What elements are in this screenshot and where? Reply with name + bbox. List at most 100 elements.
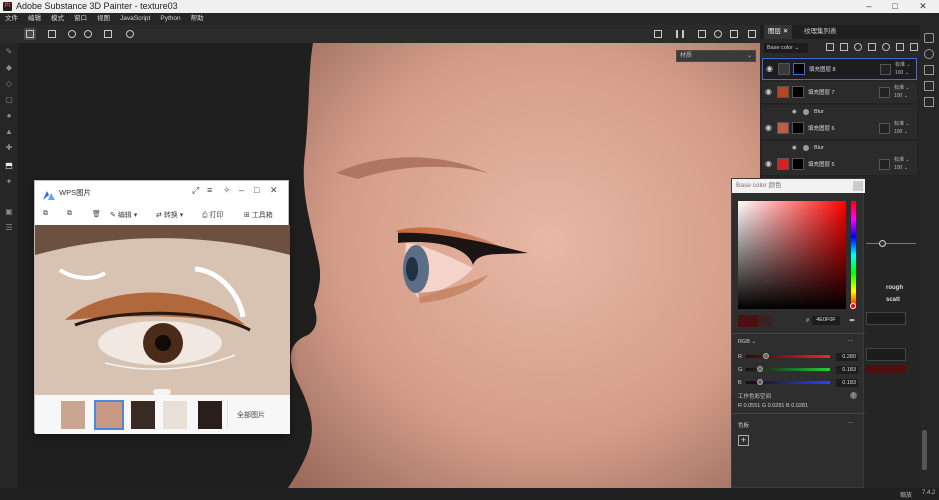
print-button[interactable]: ⎙ 打印 — [202, 210, 224, 220]
geometry-mask-icon[interactable]: ▢ — [4, 95, 14, 105]
mask-slot[interactable] — [880, 64, 891, 75]
menu-javascript[interactable]: JavaScript — [115, 13, 155, 25]
trash-icon[interactable]: 🗑 — [92, 210, 101, 218]
g-knob[interactable] — [757, 366, 763, 372]
eye-icon[interactable]: ◉ — [765, 124, 775, 132]
rotate-left-icon[interactable]: ⧉ — [43, 210, 48, 218]
all-images-link[interactable]: 全部图片 — [237, 410, 265, 420]
bake-icon[interactable]: ▣ — [4, 207, 14, 217]
close-picker-icon[interactable] — [853, 181, 863, 191]
eyedropper-icon[interactable]: ✒ — [849, 316, 856, 325]
close-icon[interactable]: ✕ — [783, 28, 788, 35]
eye-icon[interactable]: ◉ — [792, 105, 797, 119]
clone-icon[interactable]: ▲ — [4, 127, 14, 137]
polygon-fill-icon[interactable]: ✦ — [4, 177, 14, 187]
menu-icon[interactable]: ≡ — [207, 185, 212, 195]
layer-row[interactable]: ◉ 填充图层 6 标准 ⌄ 100 ⌄ — [762, 118, 917, 140]
tile-view-button[interactable] — [46, 28, 58, 40]
maximize-button[interactable]: □ — [881, 0, 909, 13]
fit-view-button[interactable] — [102, 28, 114, 40]
hue-knob[interactable] — [850, 303, 856, 309]
add-paint-layer-icon[interactable] — [854, 43, 862, 51]
picker-icon[interactable]: ✚ — [4, 143, 14, 153]
menu-python[interactable]: Python — [155, 13, 185, 25]
menu-help[interactable]: 帮助 — [186, 13, 209, 25]
mask-slot[interactable] — [879, 87, 890, 98]
info-icon[interactable]: i — [850, 392, 857, 399]
render-button[interactable] — [712, 28, 724, 40]
display-icon[interactable] — [924, 81, 934, 91]
menu-window[interactable]: 窗口 — [69, 13, 92, 25]
add-group-icon[interactable] — [882, 43, 890, 51]
export-icon[interactable]: ☰ — [4, 223, 14, 233]
mask-slot[interactable] — [879, 123, 890, 134]
frame-button[interactable] — [696, 28, 708, 40]
smudge-icon[interactable]: ● — [4, 111, 14, 121]
paint-brush-icon[interactable]: ✎ — [4, 47, 14, 57]
eye-icon[interactable]: ◉ — [766, 65, 776, 73]
b-knob[interactable] — [757, 379, 763, 385]
viewport-mode-select[interactable]: 材质 ⌄ — [676, 50, 756, 62]
layer-row[interactable]: ◉ 填充图层 5 标准 ⌄ 100 ⌄ — [762, 154, 917, 176]
video-button[interactable] — [728, 28, 740, 40]
mask-slot[interactable] — [879, 159, 890, 170]
add-mask-icon[interactable] — [840, 43, 848, 51]
menu-mode[interactable]: 模式 — [46, 13, 69, 25]
layer-row[interactable]: ◉ 填充图层 8 标准 ⌄ 100 ⌄ — [762, 58, 917, 80]
thumbnail[interactable] — [163, 401, 187, 429]
add-fill-layer-icon[interactable] — [868, 43, 876, 51]
layer-blend[interactable]: 标准 ⌄ 100 ⌄ — [895, 61, 911, 77]
b-value[interactable]: 0.183 — [836, 379, 858, 387]
fill-icon[interactable]: ⬒ — [4, 161, 14, 171]
color-swatch[interactable] — [866, 365, 906, 373]
pin-icon[interactable]: ✧ — [223, 185, 231, 196]
menu-edit[interactable]: 编辑 — [23, 13, 46, 25]
mirror-y-button[interactable] — [82, 28, 94, 40]
previous-color-swatch[interactable] — [758, 315, 772, 327]
r-slider[interactable] — [746, 355, 830, 358]
thumbnail[interactable] — [198, 401, 222, 429]
log-icon[interactable] — [924, 97, 934, 107]
toolbox-button[interactable]: ⊞ 工具箱 — [244, 210, 273, 220]
minimize-button[interactable]: – — [855, 0, 883, 13]
color-mode-select[interactable]: RGB ⌄ — [738, 339, 756, 345]
property-slider[interactable] — [866, 243, 916, 244]
slider-knob[interactable] — [879, 240, 886, 247]
close-button[interactable]: ✕ — [909, 0, 937, 13]
saturation-value-area[interactable] — [738, 201, 846, 309]
convert-button[interactable]: ⇄ 转换 ▾ — [156, 210, 183, 220]
hide-ui-button[interactable] — [652, 28, 664, 40]
add-effect-icon[interactable] — [826, 43, 834, 51]
layer-blend[interactable]: 标准 ⌄ 100 ⌄ — [894, 84, 910, 100]
eye-icon[interactable]: ◉ — [792, 141, 797, 155]
thumbnail[interactable] — [61, 401, 85, 429]
layer-row[interactable]: ◉ 填充图层 7 标准 ⌄ 100 ⌄ — [762, 82, 917, 104]
eye-icon[interactable]: ◉ — [765, 160, 775, 168]
rotate-right-icon[interactable]: ⧉ — [67, 210, 72, 218]
mirror-x-button[interactable] — [66, 28, 78, 40]
folder-icon[interactable] — [896, 43, 904, 51]
hue-slider[interactable] — [851, 201, 856, 309]
hex-input[interactable]: 4E0F0F — [812, 316, 840, 325]
panel-icon[interactable] — [924, 33, 934, 43]
menu-view[interactable]: 视图 — [92, 13, 115, 25]
history-button[interactable] — [124, 28, 136, 40]
grid-view-button[interactable] — [24, 28, 36, 40]
projection-icon[interactable]: ◇ — [4, 79, 14, 89]
eraser-icon[interactable]: ◆ — [4, 63, 14, 73]
layer-blend[interactable]: 标准 ⌄ 100 ⌄ — [894, 120, 910, 136]
tab-layers[interactable]: 图层 ✕ — [764, 25, 793, 39]
pause-button[interactable] — [674, 28, 686, 40]
property-field[interactable] — [866, 312, 906, 325]
add-swatch-button[interactable]: + — [738, 435, 749, 446]
wps-minimize-icon[interactable]: – — [239, 185, 244, 195]
tab-texture-sets[interactable]: 纹理集列表 — [800, 25, 841, 39]
channel-select[interactable]: Base color ⌄ — [764, 43, 808, 53]
g-value[interactable]: 0.183 — [836, 366, 858, 374]
more-icon[interactable]: ⋯ — [848, 338, 854, 344]
camera-settings-icon[interactable] — [924, 65, 934, 75]
environment-icon[interactable] — [924, 49, 934, 59]
swatches-more-icon[interactable]: ⋯ — [848, 420, 854, 426]
eye-icon[interactable]: ◉ — [765, 88, 775, 96]
scrollbar[interactable] — [922, 430, 927, 470]
